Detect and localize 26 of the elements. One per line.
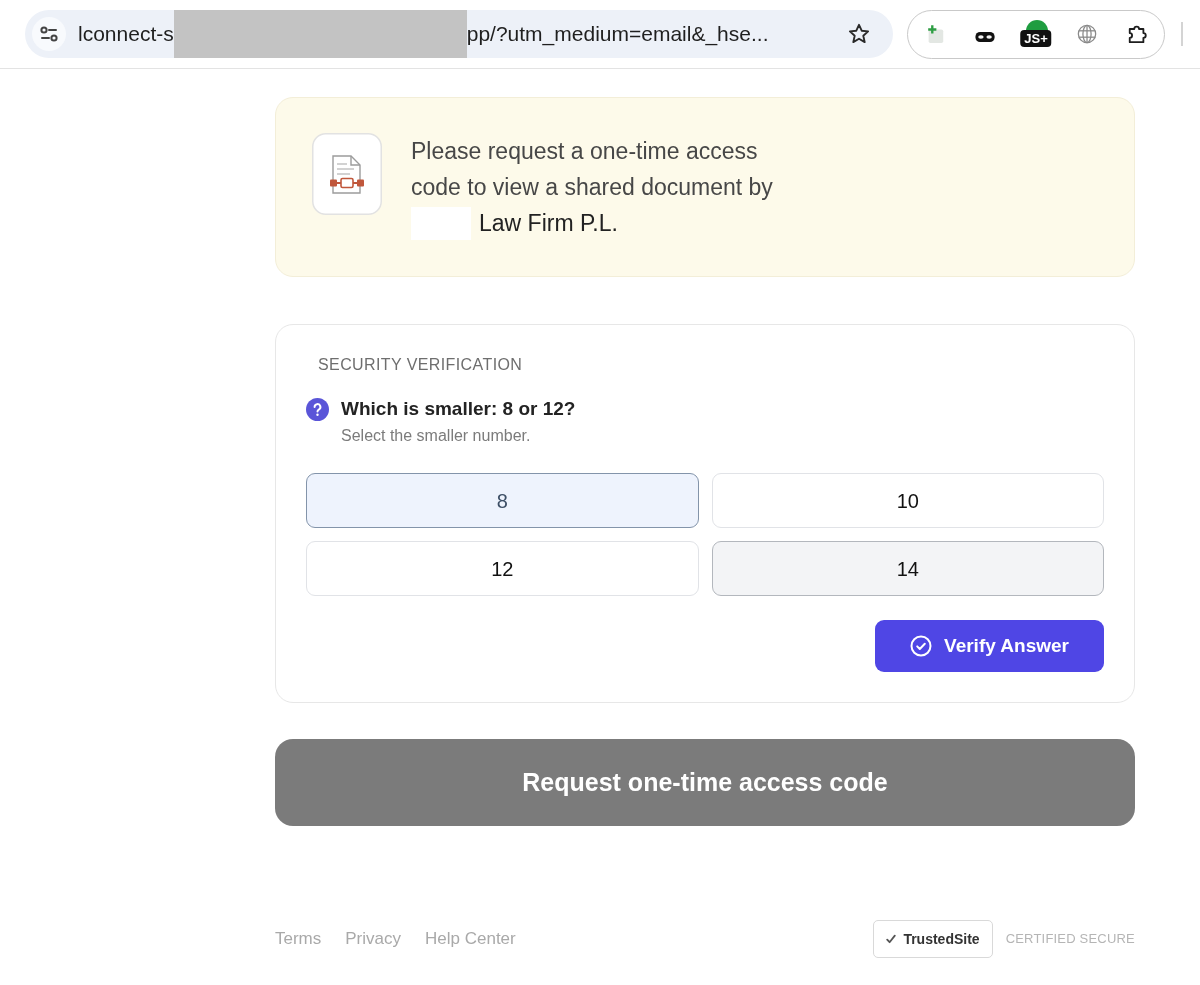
check-icon [886,934,897,944]
check-circle-icon [910,635,932,657]
puzzle-icon[interactable] [1126,23,1147,45]
address-bar[interactable]: lconnect-s pp/?utm_medium=email&_hse... [25,10,893,58]
hint-text: Select the smaller number. [341,426,532,446]
star-icon[interactable] [848,23,870,45]
answer-option[interactable]: 8 [306,473,699,528]
firm-name: Law Firm P.L. [479,209,618,238]
verify-button[interactable]: Verify Answer [875,620,1104,672]
section-heading: SECURITY VERIFICATION [318,355,524,375]
url-text: lconnect-s [78,21,174,47]
certified-secure-text: CERTIFIED SECURE [1005,930,1135,949]
answer-option[interactable]: 10 [711,473,1104,528]
mask-icon[interactable] [975,31,996,43]
extension-badge[interactable]: JS+ [1020,30,1052,47]
url-text: pp/?utm_medium=email&_hse... [466,21,769,47]
answer-option[interactable]: 14 [711,541,1104,596]
globe-icon[interactable] [1076,23,1097,45]
plus-icon[interactable] [925,23,946,45]
notice-message: Please request a one-time access code to view a shared document by [411,137,774,202]
document-icon [312,133,382,215]
help-icon [306,397,329,421]
trust-badge[interactable]: TrustedSite [873,920,993,958]
sliders-icon[interactable] [32,17,66,51]
question-text: Which is smaller: 8 or 12? [341,397,576,421]
answer-option[interactable]: 12 [306,541,699,596]
